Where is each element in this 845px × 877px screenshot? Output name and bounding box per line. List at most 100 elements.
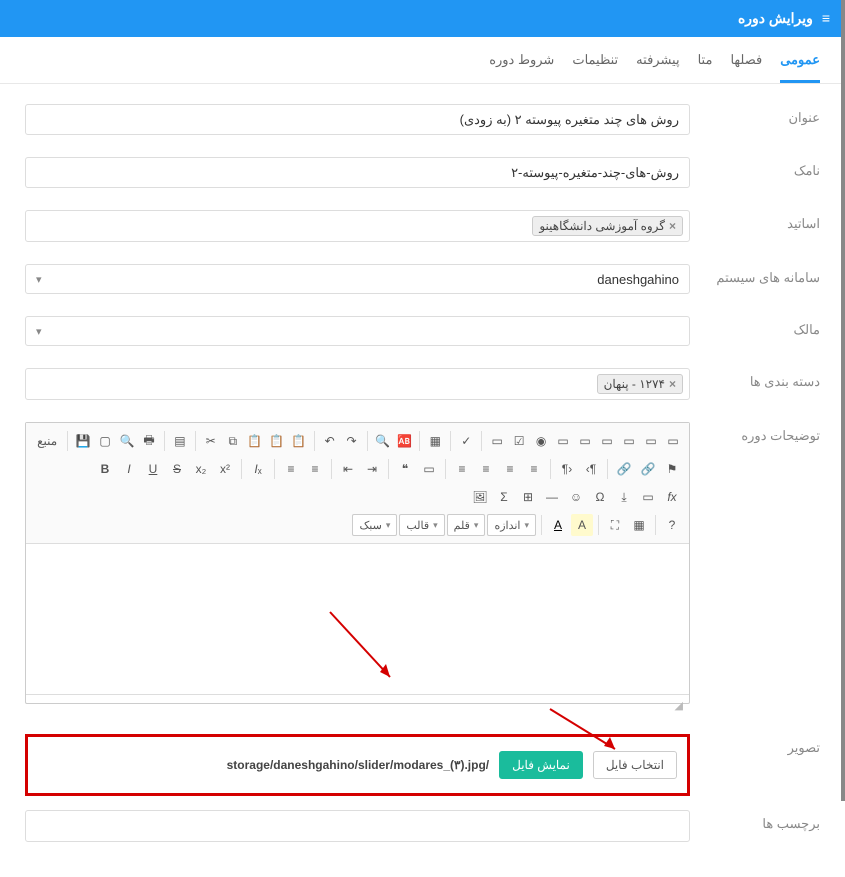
tb-style-combo[interactable]: سبک [352,514,397,536]
tb-copy-icon[interactable]: ⧉ [223,430,243,452]
tb-paste-icon[interactable]: 📋 [245,430,265,452]
teacher-tag[interactable]: × گروه آموزشی دانشگاهینو [532,216,683,236]
tab-conditions[interactable]: شروط دوره [489,52,554,83]
tb-bgcolor-icon[interactable]: A [571,514,593,536]
tb-strike-icon[interactable]: S [166,458,188,480]
input-slug[interactable] [25,157,690,188]
tb-outdent-icon[interactable]: ⇤ [337,458,359,480]
annotation-arrow [540,704,630,764]
tb-math-icon[interactable]: fx [661,486,683,508]
tb-pagebreak-icon[interactable]: ⤓ [613,486,635,508]
tb-hidden-icon[interactable]: ▭ [663,430,683,452]
tb-rtl-icon[interactable]: ‹¶ [580,458,602,480]
tab-general[interactable]: عمومی [780,52,820,83]
tb-maximize-icon[interactable]: ⛶ [604,514,626,536]
tb-print-icon[interactable]: 🖶 [139,430,159,452]
tb-save-icon[interactable]: 💾 [73,430,93,452]
label-slug: نامک [710,157,820,179]
tb-find-icon[interactable]: 🔍 [372,430,392,452]
tb-source[interactable]: منبع [32,430,62,452]
tb-format-combo[interactable]: قالب [399,514,444,536]
tb-hr-icon[interactable]: — [541,486,563,508]
tb-bold-icon[interactable]: B [94,458,116,480]
input-title[interactable] [25,104,690,135]
tb-redo-icon[interactable]: ↷ [342,430,362,452]
tag-remove-icon[interactable]: × [669,219,676,233]
tb-specialchar-icon[interactable]: Ω [589,486,611,508]
label-image: تصویر [710,734,820,756]
label-tags: برچسب ها [710,810,820,832]
tb-iframe-icon[interactable]: ▭ [637,486,659,508]
tb-font-combo[interactable]: قلم [447,514,486,536]
teachers-tagbox[interactable]: × گروه آموزشی دانشگاهینو [25,210,690,242]
tb-flash-icon[interactable]: Σ [493,486,515,508]
tb-templates-icon[interactable]: ▤ [170,430,190,452]
tb-textarea-icon[interactable]: ▭ [575,430,595,452]
tab-settings[interactable]: تنظیمات [572,52,618,83]
tb-form-icon[interactable]: ▭ [487,430,507,452]
tb-newpage-icon[interactable]: ▢ [95,430,115,452]
tb-div-icon[interactable]: ▭ [418,458,440,480]
tb-cut-icon[interactable]: ✂ [201,430,221,452]
categories-tagbox[interactable]: × ۱۲۷۴ - پنهان [25,368,690,400]
tb-imagebutton-icon[interactable]: ▭ [641,430,661,452]
tb-checkbox-icon[interactable]: ☑ [509,430,529,452]
tb-about-icon[interactable]: ? [661,514,683,536]
category-tag[interactable]: × ۱۲۷۴ - پنهان [597,374,683,394]
tb-table-icon[interactable]: ⊞ [517,486,539,508]
chevron-down-icon: ▾ [36,325,42,338]
tb-radio-icon[interactable]: ◉ [531,430,551,452]
tb-preview-icon[interactable]: 🔍 [117,430,137,452]
tabs-bar: عمومی فصلها متا پیشرفته تنظیمات شروط دور… [0,37,845,84]
tb-size-combo[interactable]: اندازه [487,514,536,536]
tb-unlink-icon[interactable]: 🔗 [637,458,659,480]
tb-textcolor-icon[interactable]: A [547,514,569,536]
label-systems: سامانه های سیستم [710,264,820,286]
tb-replace-icon[interactable]: 🆎 [394,430,414,452]
tb-align-center-icon[interactable]: ≡ [475,458,497,480]
tb-smiley-icon[interactable]: ☺ [565,486,587,508]
select-systems[interactable]: ▾ daneshgahino [25,264,690,294]
editor-footer: ◢ [26,694,689,703]
tags-tagbox[interactable] [25,810,690,842]
tb-superscript-icon[interactable]: x² [214,458,236,480]
label-owner: مالک [710,316,820,338]
tab-meta[interactable]: متا [698,52,713,83]
chevron-down-icon: ▾ [36,273,42,286]
resize-handle-icon[interactable]: ◢ [675,699,683,712]
tab-advanced[interactable]: پیشرفته [636,52,679,83]
tb-select-icon[interactable]: ▭ [597,430,617,452]
label-teachers: اساتید [710,210,820,232]
editor-toolbar: منبع 💾 ▢ 🔍 🖶 ▤ ✂ ⧉ 📋 📋 📋 [26,423,689,544]
tb-italic-icon[interactable]: I [118,458,140,480]
select-owner[interactable]: ▾ [25,316,690,346]
tb-showblocks-icon[interactable]: ▦ [628,514,650,536]
tb-image-icon[interactable]: 🖼 [469,486,491,508]
tb-paste-word-icon[interactable]: 📋 [289,430,309,452]
tb-subscript-icon[interactable]: x₂ [190,458,212,480]
tb-bulletlist-icon[interactable]: ≡ [304,458,326,480]
tb-button-icon[interactable]: ▭ [619,430,639,452]
tb-ltr-icon[interactable]: ¶› [556,458,578,480]
tag-remove-icon[interactable]: × [669,377,676,391]
label-title: عنوان [710,104,820,126]
tb-numberedlist-icon[interactable]: ≡ [280,458,302,480]
tb-textfield-icon[interactable]: ▭ [553,430,573,452]
tb-spellcheck-icon[interactable]: ✓ [456,430,476,452]
tb-selectall-icon[interactable]: ▦ [425,430,445,452]
tb-removeformat-icon[interactable]: Iₓ [247,458,269,480]
image-path: storage/daneshgahino/slider/modares_(۳).… [227,758,490,772]
label-description: توضیحات دوره [710,422,820,444]
tab-chapters[interactable]: فصلها [730,52,762,83]
tb-align-justify-icon[interactable]: ≡ [523,458,545,480]
tb-blockquote-icon[interactable]: ❝ [394,458,416,480]
tb-anchor-icon[interactable]: ⚑ [661,458,683,480]
tb-link-icon[interactable]: 🔗 [613,458,635,480]
label-categories: دسته بندی ها [710,368,820,390]
tb-align-left-icon[interactable]: ≡ [499,458,521,480]
tb-undo-icon[interactable]: ↶ [320,430,340,452]
tb-align-right-icon[interactable]: ≡ [451,458,473,480]
tb-paste-text-icon[interactable]: 📋 [267,430,287,452]
tb-underline-icon[interactable]: U [142,458,164,480]
tb-indent-icon[interactable]: ⇥ [361,458,383,480]
